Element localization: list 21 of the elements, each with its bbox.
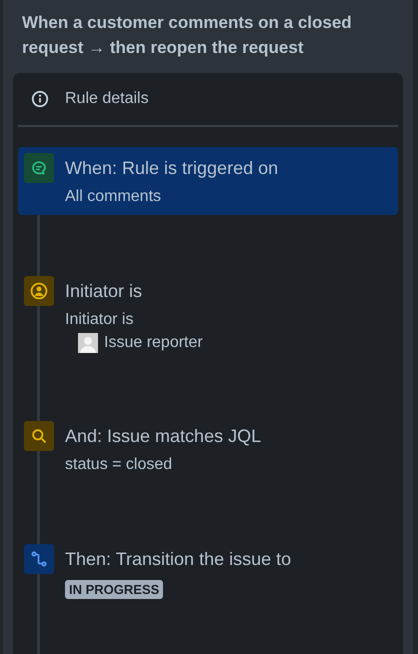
step-title: Initiator is <box>65 280 142 303</box>
step-title: When: Rule is triggered on <box>65 157 278 180</box>
step-title: Then: Transition the issue to <box>65 548 292 571</box>
rule-title: When a customer comments on a closed request → then reopen the request <box>22 12 353 59</box>
step-detail: All comments <box>65 187 162 207</box>
status-lozenge: IN PROGRESS <box>65 580 164 599</box>
avatar-icon <box>78 333 98 353</box>
comment-icon <box>31 160 47 176</box>
rule-step[interactable]: Initiator is Initiator is Issue reporter <box>18 270 398 360</box>
rule-step[interactable]: Then: Transition the issue to IN PROGRESS <box>18 538 398 606</box>
user-name: Issue reporter <box>104 334 203 352</box>
rule-step[interactable]: When: Rule is triggered on All comments <box>18 147 398 215</box>
search-icon <box>31 428 47 444</box>
rule-details-label: Rule details <box>65 90 149 108</box>
user-icon <box>30 282 48 300</box>
transition-icon <box>31 551 47 567</box>
rule-step[interactable]: And: Issue matches JQL status = closed <box>18 415 398 483</box>
step-detail: status = closed <box>65 455 172 475</box>
step-title: And: Issue matches JQL <box>65 425 262 448</box>
step-detail: Initiator is <box>65 310 134 330</box>
info-icon <box>31 90 49 108</box>
